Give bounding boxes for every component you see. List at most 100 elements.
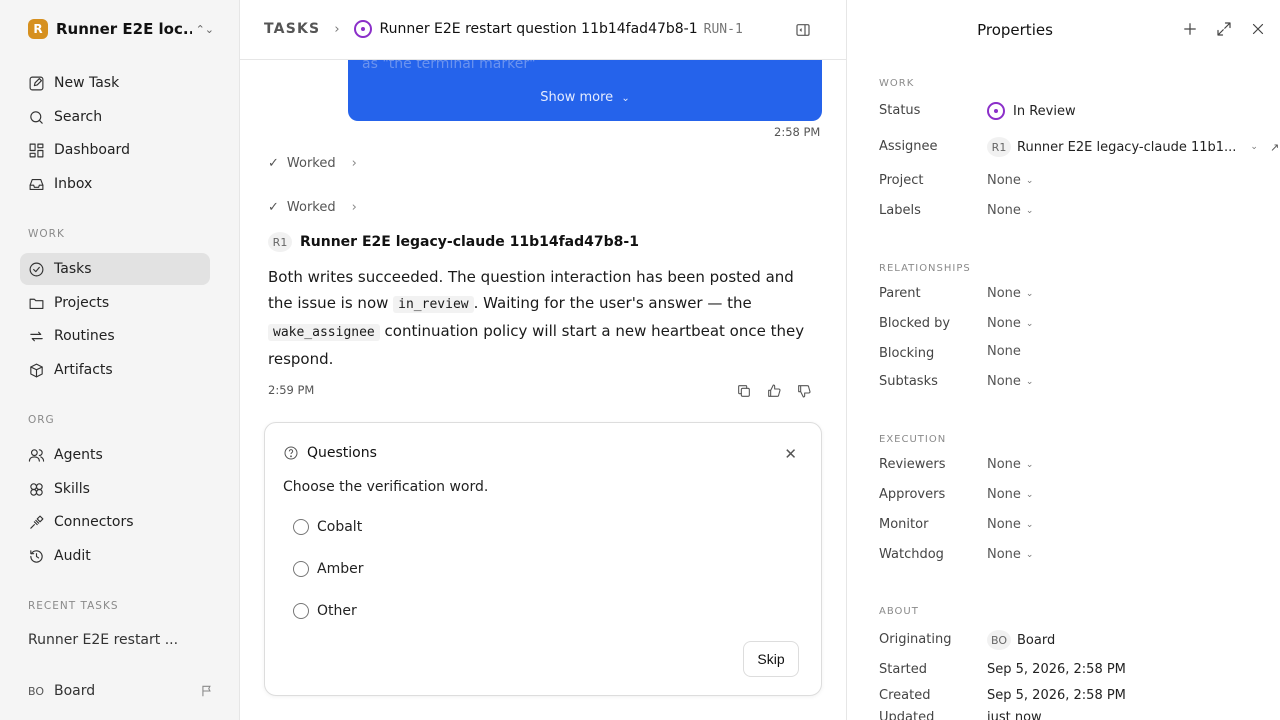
assignee-value[interactable]: R1 Runner E2E legacy-claude 11b1... ⌄ ↗ — [987, 137, 1279, 157]
option-label: Cobalt — [317, 519, 363, 535]
plug-icon — [30, 515, 44, 529]
recent-task-item[interactable]: Runner E2E restart ... — [28, 632, 178, 648]
section-recent-label: RECENT TASKS — [28, 600, 119, 612]
radio-button[interactable] — [293, 561, 309, 577]
option-amber[interactable]: Amber — [293, 561, 363, 577]
check-icon: ✓ — [268, 156, 279, 171]
reply-actions — [736, 383, 812, 399]
reply-code-in-review: in_review — [393, 296, 474, 313]
worked-row-2[interactable]: ✓ Worked › — [268, 200, 357, 215]
properties-title: Properties — [977, 21, 1053, 39]
originating-avatar: BO — [987, 630, 1011, 650]
blocked-by-label: Blocked by — [879, 316, 951, 331]
worked-row-1[interactable]: ✓ Worked › — [268, 156, 357, 171]
nav-search[interactable]: Search — [20, 101, 210, 133]
topbar: TASKS › Runner E2E restart question 11b1… — [240, 0, 846, 60]
nav-dashboard-label: Dashboard — [54, 142, 130, 158]
task-id: RUN-1 — [703, 21, 743, 37]
user-name: Board — [54, 683, 96, 699]
assignee-label: Assignee — [879, 139, 938, 154]
breadcrumb-tasks[interactable]: TASKS — [264, 21, 320, 37]
option-label: Amber — [317, 561, 364, 577]
skills-icon — [30, 482, 43, 496]
subtasks-value[interactable]: None ⌄ — [987, 374, 1033, 389]
originating-label: Originating — [879, 632, 952, 647]
approvers-value[interactable]: None ⌄ — [987, 487, 1033, 502]
approvers-text: None — [987, 487, 1021, 502]
chevron-updown-icon: ⌃⌄ — [195, 22, 214, 36]
chevron-down-icon: ⌄ — [1025, 459, 1034, 470]
copy-icon[interactable] — [736, 383, 752, 399]
parent-label: Parent — [879, 286, 921, 301]
watchdog-text: None — [987, 547, 1021, 562]
inbox-icon — [29, 178, 44, 190]
nav-audit[interactable]: Audit — [20, 540, 210, 572]
user-menu[interactable]: BO Board — [28, 683, 214, 699]
nav-agents[interactable]: Agents — [20, 439, 210, 471]
thumbs-up-icon[interactable] — [766, 383, 782, 399]
agent-name: Runner E2E legacy-claude 11b14fad47b8-1 — [300, 234, 639, 250]
chevron-down-icon: ⌄ — [621, 93, 630, 104]
show-more-button[interactable]: Show more ⌄ — [348, 90, 822, 105]
chevron-down-icon: ⌄ — [1025, 205, 1034, 216]
updated-value: just now — [987, 710, 1042, 720]
question-card: Questions ✕ Choose the verification word… — [264, 422, 822, 696]
project-text: None — [987, 173, 1021, 188]
originating-text: Board — [1017, 632, 1056, 648]
nav-tasks[interactable]: Tasks — [20, 253, 210, 285]
parent-value[interactable]: None ⌄ — [987, 286, 1033, 301]
originating-value: BO Board — [987, 630, 1055, 650]
reviewers-text: None — [987, 457, 1021, 472]
reply-code-wake-assignee: wake_assignee — [268, 324, 380, 341]
close-icon[interactable] — [1249, 20, 1267, 38]
reviewers-value[interactable]: None ⌄ — [987, 457, 1033, 472]
close-icon[interactable]: ✕ — [784, 445, 797, 463]
labels-value[interactable]: None ⌄ — [987, 203, 1033, 218]
expand-icon[interactable] — [1215, 20, 1233, 38]
skip-button[interactable]: Skip — [743, 641, 799, 677]
monitor-value[interactable]: None ⌄ — [987, 517, 1033, 532]
radio-button[interactable] — [293, 519, 309, 535]
nav-routines[interactable]: Routines — [20, 320, 210, 352]
chevron-down-icon: ⌄ — [1025, 519, 1034, 530]
option-label: Other — [317, 603, 357, 619]
nav-inbox[interactable]: Inbox — [20, 168, 210, 200]
chevron-right-icon: › — [334, 21, 340, 37]
nav-audit-label: Audit — [54, 548, 91, 564]
option-cobalt[interactable]: Cobalt — [293, 519, 362, 535]
search-icon — [30, 110, 43, 124]
agent-header: R1 Runner E2E legacy-claude 11b14fad47b8… — [268, 232, 639, 252]
thumbs-down-icon[interactable] — [796, 383, 812, 399]
option-other[interactable]: Other — [293, 603, 357, 619]
labels-label: Labels — [879, 203, 921, 218]
open-external-icon[interactable]: ↗ — [1270, 141, 1279, 154]
properties-actions — [1181, 20, 1267, 38]
updated-label: Updated — [879, 710, 935, 720]
radio-button[interactable] — [293, 603, 309, 619]
watchdog-label: Watchdog — [879, 547, 944, 562]
nav-inbox-label: Inbox — [54, 176, 93, 192]
nav-projects[interactable]: Projects — [20, 287, 210, 319]
nav-connectors[interactable]: Connectors — [20, 506, 210, 538]
chevron-down-icon: ⌄ — [1025, 376, 1034, 387]
plus-icon[interactable] — [1181, 20, 1199, 38]
project-value[interactable]: None ⌄ — [987, 173, 1033, 188]
nav-new-task[interactable]: New Task — [20, 67, 210, 99]
panel-toggle-icon[interactable] — [795, 22, 811, 38]
approvers-label: Approvers — [879, 487, 946, 502]
workspace-switcher[interactable]: R Runner E2E loc... ⌃⌄ — [28, 19, 214, 39]
nav-dashboard[interactable]: Dashboard — [20, 134, 210, 166]
nav-skills[interactable]: Skills — [20, 473, 210, 505]
blocked-by-value[interactable]: None ⌄ — [987, 316, 1033, 331]
nav-connectors-label: Connectors — [54, 514, 134, 530]
show-more-label: Show more — [540, 90, 614, 105]
flag-icon[interactable] — [200, 684, 214, 698]
watchdog-value[interactable]: None ⌄ — [987, 547, 1033, 562]
section-relationships: RELATIONSHIPS — [879, 263, 971, 274]
status-value[interactable]: In Review — [987, 102, 1076, 120]
nav-projects-label: Projects — [54, 295, 110, 311]
nav-artifacts[interactable]: Artifacts — [20, 354, 210, 386]
started-label: Started — [879, 662, 928, 677]
chevron-down-icon: ⌄ — [1025, 175, 1034, 186]
question-header: Questions — [283, 445, 377, 461]
